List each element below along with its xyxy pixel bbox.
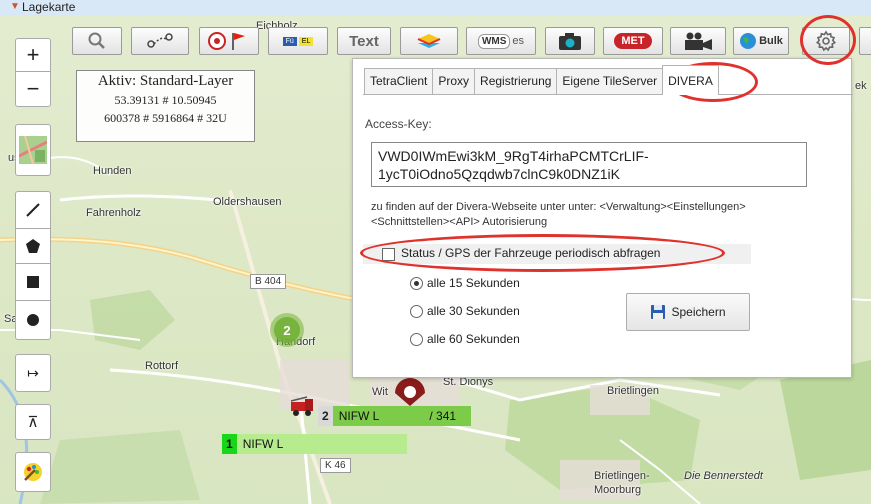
interval-15-radio[interactable]: alle 15 Sekunden: [410, 275, 520, 291]
map-thumbnail-icon: [19, 136, 47, 164]
interval-60-radio[interactable]: alle 60 Sekunden: [410, 331, 520, 347]
paint-palette-icon: [24, 463, 42, 481]
save-button[interactable]: Speichern: [626, 293, 750, 331]
tab-registrierung[interactable]: Registrierung: [474, 68, 558, 95]
tab-divera[interactable]: DIVERA: [662, 65, 719, 95]
road-k46: K 46: [320, 458, 351, 473]
zoom-in-button[interactable]: +: [15, 38, 51, 72]
status-gps-label: Status / GPS der Fahrzeuge periodisch ab…: [401, 246, 661, 260]
camera-button[interactable]: [545, 27, 595, 55]
status-gps-row[interactable]: Status / GPS der Fahrzeuge periodisch ab…: [363, 244, 751, 264]
draw-line-button[interactable]: [15, 191, 51, 229]
radio-empty-icon: [410, 304, 423, 318]
radio-empty-icon: [410, 332, 423, 346]
utm-readout: 600378 # 5916864 # 32U: [104, 111, 227, 125]
layers-button[interactable]: [400, 27, 458, 55]
place-oldershausen: Oldershausen: [213, 196, 282, 208]
window-title: Lagekarte: [22, 0, 76, 14]
floppy-disk-icon: [651, 305, 666, 319]
hidden-tab-fragment: es: [512, 35, 525, 47]
video-camera-button[interactable]: [670, 27, 726, 55]
fire-truck-icon[interactable]: [289, 396, 315, 416]
video-camera-icon: [685, 32, 712, 50]
place-bennerstedt: Die Bennerstedt: [684, 470, 763, 482]
place-brietlingen: Brietlingen: [607, 385, 659, 397]
draw-circle-button[interactable]: [15, 300, 51, 340]
fu-el-icon: Fü EL: [282, 36, 314, 46]
draw-polygon-button[interactable]: [15, 228, 51, 264]
radio-selected-icon: [410, 276, 423, 290]
latlon-readout: 53.39131 # 10.50945: [114, 93, 217, 107]
save-label: Speichern: [671, 305, 726, 319]
text-button[interactable]: Text: [337, 27, 391, 55]
vehicle-cluster[interactable]: 2: [270, 313, 304, 347]
layer-switch-button[interactable]: [15, 124, 51, 176]
active-layer-title: Aktiv: Standard-Layer: [97, 73, 234, 89]
access-key-hint: zu finden auf der Divera-Webseite unter …: [371, 200, 821, 230]
interval-60-label: alle 60 Sekunden: [427, 332, 520, 346]
polygon-tool-icon: [26, 239, 40, 253]
search-button[interactable]: [72, 27, 122, 55]
met-button[interactable]: MET: [603, 27, 663, 55]
active-layer-info: Aktiv: Standard-Layer 53.39131 # 10.5094…: [76, 70, 255, 142]
place-brietlingen-moorburg-1: Brietlingen-: [594, 470, 650, 482]
line-tool-icon: [26, 203, 40, 217]
search-icon: [88, 32, 105, 49]
marker-flag-button[interactable]: [199, 27, 259, 55]
toolbar-overflow-button[interactable]: [859, 27, 871, 55]
settings-dialog: TetraClient Proxy Registrierung Eigene T…: [352, 58, 853, 378]
top-align-button[interactable]: ⊼: [15, 404, 51, 440]
place-wit: Wit: [372, 386, 388, 398]
marker-flag-icon: [208, 32, 245, 50]
met-icon: MET: [614, 33, 652, 49]
camera-icon: [559, 33, 581, 50]
cluster-count: 2: [274, 317, 300, 343]
zoom-out-button[interactable]: −: [15, 71, 51, 107]
globe-bulk-icon: [740, 33, 757, 49]
access-key-input[interactable]: VWD0IWmEwi3kM_9RgT4irhaPCMTCrLIF- 1ycT0i…: [371, 142, 807, 187]
status-gps-checkbox[interactable]: [382, 248, 395, 261]
measure-button[interactable]: ↦: [15, 354, 51, 392]
place-fahrenholz: Fahrenholz: [86, 207, 142, 219]
caret-down-icon[interactable]: ▼: [10, 1, 20, 12]
vehicle-label-1[interactable]: 1 NIFW L: [222, 434, 407, 454]
vehicle-name: NIFW L: [236, 434, 407, 454]
tab-eigene-tileserver[interactable]: Eigene TileServer: [556, 68, 664, 95]
style-button[interactable]: [15, 452, 51, 492]
map-pin-icon[interactable]: [392, 376, 428, 406]
vehicle-number: 1: [222, 434, 237, 454]
settings-button[interactable]: [802, 27, 850, 55]
place-brietlingen-moorburg-2: Moorburg: [594, 484, 642, 496]
vehicle-number: 2: [318, 406, 333, 426]
vehicle-name: NIFW L/ 341: [332, 406, 471, 426]
bulk-label: Bulk: [759, 35, 783, 47]
place-rottorf: Rottorf: [145, 360, 179, 372]
hint-line-1: zu finden auf der Divera-Webseite unter …: [371, 201, 746, 213]
rectangle-tool-icon: [27, 276, 39, 288]
place-ek: ek: [855, 80, 867, 92]
gear-icon: [815, 30, 837, 52]
vehicle-label-2[interactable]: 2 NIFW L/ 341: [318, 406, 471, 426]
interval-15-label: alle 15 Sekunden: [427, 276, 520, 290]
tab-proxy[interactable]: Proxy: [432, 68, 476, 95]
settings-tabs: TetraClient Proxy Registrierung Eigene T…: [364, 65, 719, 95]
interval-30-radio[interactable]: alle 30 Sekunden: [410, 303, 520, 319]
draw-rectangle-button[interactable]: [15, 263, 51, 301]
interval-30-label: alle 30 Sekunden: [427, 304, 520, 318]
fu-el-button[interactable]: Fü EL: [268, 27, 328, 55]
text-button-label: Text: [349, 32, 379, 50]
route-icon: [147, 33, 173, 48]
title-bar: ▼ Lagekarte: [0, 0, 871, 16]
route-button[interactable]: [131, 27, 189, 55]
tab-tetraclient[interactable]: TetraClient: [364, 68, 434, 95]
road-b404: B 404: [250, 274, 287, 289]
place-hunden: Hunden: [93, 165, 132, 177]
access-key-label: Access-Key:: [365, 117, 432, 131]
circle-tool-icon: [27, 314, 39, 326]
layers-icon: [417, 34, 441, 48]
wms-button[interactable]: WMS es: [466, 27, 536, 55]
wms-icon: WMS: [477, 33, 511, 49]
hint-line-2: <Schnittstellen><API> Autorisierung: [371, 216, 548, 228]
bulk-button[interactable]: Bulk: [733, 27, 789, 55]
